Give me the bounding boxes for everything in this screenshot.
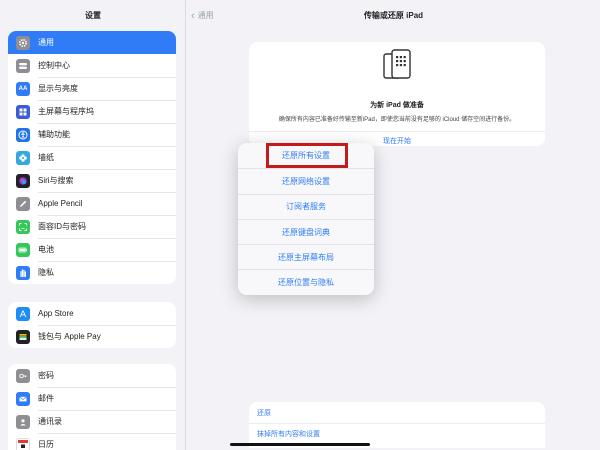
sidebar-item-label: 隐私 (38, 268, 54, 277)
gear-icon (16, 35, 30, 50)
reset-home-screen-layout-option[interactable]: 还原主屏幕布局 (238, 244, 374, 269)
sidebar-item-control-center[interactable]: 控制中心 (8, 54, 176, 77)
reset-network-settings-option[interactable]: 还原网络设置 (238, 168, 374, 193)
subscriber-services-option[interactable]: 订阅者服务 (238, 193, 374, 219)
reset-menu: 还原所有设置 还原网络设置 订阅者服务 还原键盘词典 还原主屏幕布局 还原位置与… (238, 143, 374, 295)
sidebar-item-label: 电池 (38, 245, 54, 254)
aa-icon: AA (16, 81, 30, 96)
sidebar-item-wallpaper[interactable]: 墙纸 (8, 146, 176, 169)
contacts-icon (16, 414, 30, 429)
sidebar-item-app-store[interactable]: App Store (8, 302, 176, 325)
erase-all-row[interactable]: 抹掉所有内容和设置 (249, 423, 545, 444)
calendar-icon (16, 437, 30, 450)
sidebar-item-face-id[interactable]: 面容ID与密码 (8, 215, 176, 238)
sidebar-item-label: 墙纸 (38, 153, 54, 162)
reset-location-privacy-option[interactable]: 还原位置与隐私 (238, 269, 374, 294)
battery-icon (16, 242, 30, 257)
mail-icon (16, 391, 30, 406)
sidebar-item-label: 日历 (38, 440, 54, 449)
sidebar-item-label: Siri与搜索 (38, 176, 74, 185)
faceid-icon (16, 219, 30, 234)
reset-options-card: 还原 抹掉所有内容和设置 (249, 402, 545, 448)
flower-icon (16, 150, 30, 165)
sidebar-item-contacts[interactable]: 通讯录 (8, 410, 176, 433)
sidebar-title: 设置 (85, 11, 101, 20)
prepare-card-description: 确保所有内容已准备好传输至新iPad，即使您当前没有足够的 iCloud 储存空… (278, 117, 516, 123)
key-icon (16, 368, 30, 383)
sidebar-item-battery[interactable]: 电池 (8, 238, 176, 261)
sidebar-group-store: App Store 钱包与 Apple Pay (8, 302, 176, 348)
sidebar-item-privacy[interactable]: 隐私 (8, 261, 176, 284)
sidebar-item-display[interactable]: AA 显示与亮度 (8, 77, 176, 100)
sidebar-item-siri[interactable]: Siri与搜索 (8, 169, 176, 192)
page-title: 传输或还原 iPad (363, 11, 424, 20)
sidebar-item-label: 密码 (38, 371, 54, 380)
settings-sidebar: 设置 通用 控制中心 AA 显示与亮度 主屏幕与程序坞 辅助功能 墙纸 Siri… (0, 0, 186, 450)
reset-keyboard-dictionary-option[interactable]: 还原键盘词典 (238, 218, 374, 244)
sidebar-item-label: 主屏幕与程序坞 (38, 107, 94, 116)
reset-row[interactable]: 还原 (249, 402, 545, 423)
sidebar-item-accessibility[interactable]: 辅助功能 (8, 123, 176, 146)
hand-icon (16, 265, 30, 280)
prepare-card-title: 为新 iPad 做准备 (370, 102, 424, 109)
ipad-apps-icon (383, 49, 411, 79)
sidebar-item-label: 辅助功能 (38, 130, 70, 139)
sidebar-item-passwords[interactable]: 密码 (8, 364, 176, 387)
siri-icon (16, 173, 30, 188)
sidebar-item-label: Apple Pencil (38, 199, 83, 208)
sidebar-item-wallet[interactable]: 钱包与 Apple Pay (8, 325, 176, 348)
grid-icon (16, 104, 30, 119)
accessibility-icon (16, 127, 30, 142)
sidebar-item-mail[interactable]: 邮件 (8, 387, 176, 410)
sidebar-group-main: 通用 控制中心 AA 显示与亮度 主屏幕与程序坞 辅助功能 墙纸 Siri与搜索… (8, 31, 176, 284)
sidebar-item-label: 钱包与 Apple Pay (38, 332, 101, 341)
sidebar-group-apps: 密码 邮件 通讯录 日历 (8, 364, 176, 450)
sidebar-item-home-screen[interactable]: 主屏幕与程序坞 (8, 100, 176, 123)
sidebar-item-label: 显示与亮度 (38, 84, 78, 93)
reset-all-settings-option[interactable]: 还原所有设置 (238, 143, 374, 168)
sidebar-item-calendar[interactable]: 日历 (8, 433, 176, 450)
sidebar-item-label: 面容ID与密码 (38, 222, 86, 231)
sidebar-item-label: 通用 (38, 38, 54, 47)
prepare-new-ipad-card: 为新 iPad 做准备 确保所有内容已准备好传输至新iPad，即使您当前没有足够… (249, 42, 545, 146)
home-indicator[interactable] (230, 443, 370, 446)
appstore-icon (16, 306, 30, 321)
wallet-icon (16, 329, 30, 344)
sidebar-item-label: App Store (38, 309, 74, 318)
toggles-icon (16, 58, 30, 73)
pencil-icon (16, 196, 30, 211)
sidebar-item-label: 通讯录 (38, 417, 62, 426)
sidebar-item-apple-pencil[interactable]: Apple Pencil (8, 192, 176, 215)
sidebar-item-label: 邮件 (38, 394, 54, 403)
sidebar-item-general[interactable]: 通用 (8, 31, 176, 54)
sidebar-item-label: 控制中心 (38, 61, 70, 70)
